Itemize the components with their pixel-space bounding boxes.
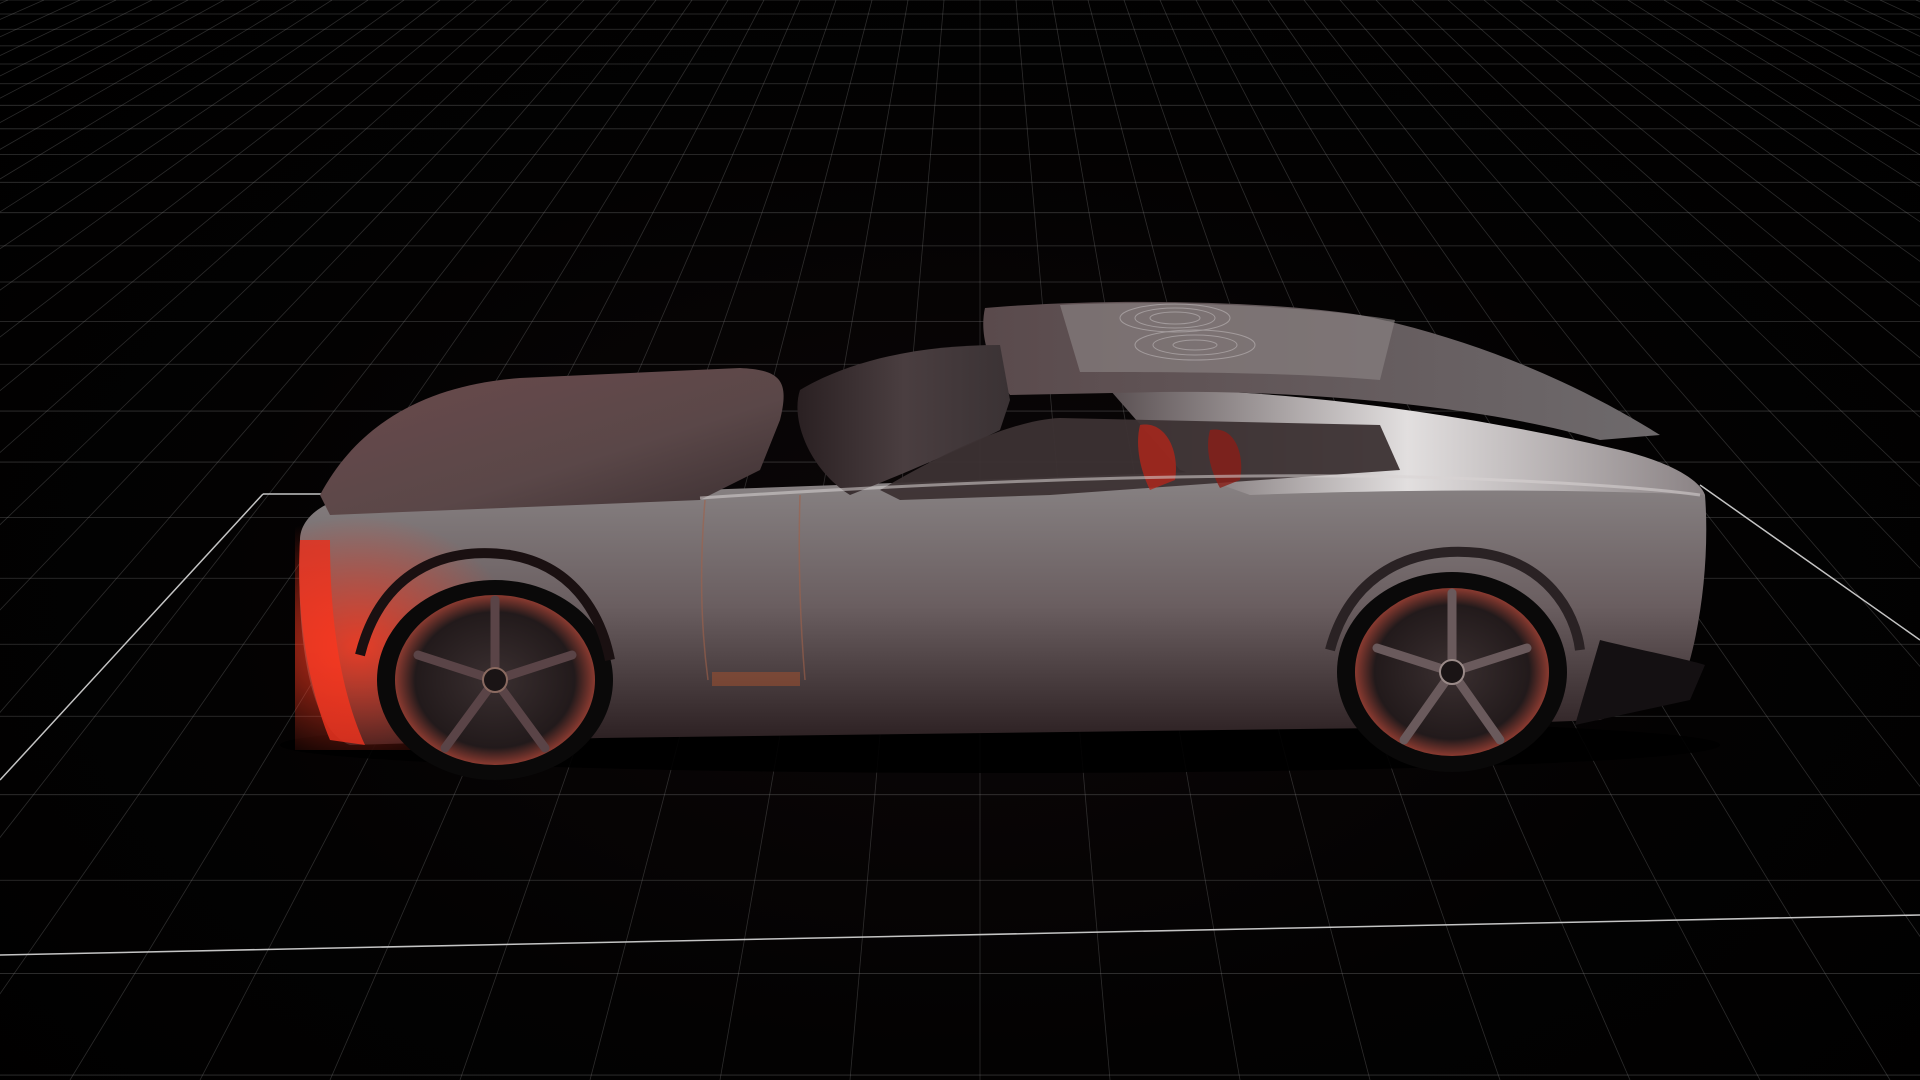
grid-line [0, 0, 81, 38]
grid-line [0, 0, 153, 77]
grid-line [0, 0, 333, 213]
side-badge [712, 672, 800, 686]
floor-outline-right [1699, 484, 1920, 641]
grid-line [0, 0, 9, 4]
grid-line [0, 0, 225, 124]
grid-line [1879, 0, 1920, 19]
rear-wheel [1337, 572, 1567, 772]
grid-line [1807, 0, 1920, 57]
floor-outline-bottom [0, 914, 1920, 956]
grid-line [0, 0, 117, 56]
scene-canvas [0, 0, 1920, 1080]
grid-line [0, 0, 297, 180]
grid-line [0, 0, 45, 20]
floor-outline [0, 493, 264, 781]
front-wheel [377, 580, 613, 780]
car-model[interactable] [280, 301, 1720, 780]
grid-line [1915, 0, 1920, 3]
sunroof-pattern [1060, 303, 1395, 380]
3d-viewport[interactable] [0, 0, 1920, 1080]
